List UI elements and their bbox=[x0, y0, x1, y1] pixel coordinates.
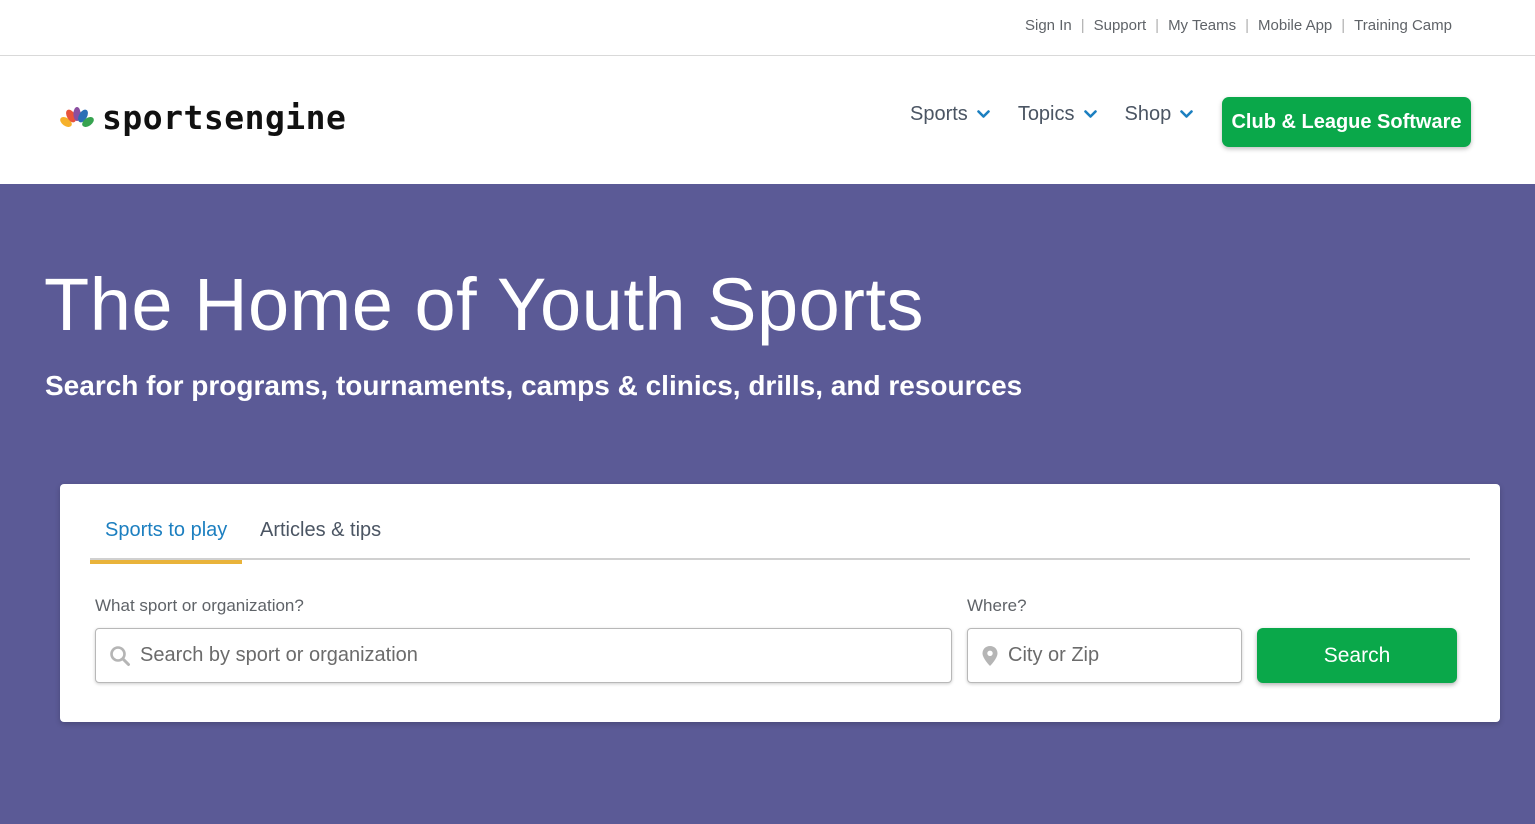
utility-links: Sign In | Support | My Teams | Mobile Ap… bbox=[1025, 17, 1452, 34]
where-field-label: Where? bbox=[967, 596, 1027, 615]
hero-subtitle: Search for programs, tournaments, camps … bbox=[45, 370, 1023, 401]
mobile-app-link[interactable]: Mobile App bbox=[1258, 17, 1332, 34]
location-input[interactable] bbox=[1008, 629, 1241, 682]
map-pin-icon bbox=[981, 645, 999, 667]
divider: | bbox=[1080, 17, 1085, 34]
tab-articles-tips[interactable]: Articles & tips bbox=[245, 518, 396, 560]
divider: | bbox=[1245, 17, 1250, 34]
hero-section: The Home of Youth Sports Search for prog… bbox=[0, 184, 1535, 824]
tab-sports-to-play[interactable]: Sports to play bbox=[90, 518, 243, 564]
nav-topics-label: Topics bbox=[1017, 103, 1075, 125]
utility-bar: Sign In | Support | My Teams | Mobile Ap… bbox=[0, 0, 1535, 56]
nav-sports-label: Sports bbox=[910, 103, 968, 125]
search-button[interactable]: Search bbox=[1257, 628, 1457, 683]
chevron-down-icon bbox=[1083, 110, 1097, 118]
nav-topics[interactable]: Topics bbox=[1018, 103, 1097, 126]
peacock-icon bbox=[60, 106, 94, 128]
chevron-down-icon bbox=[1180, 110, 1194, 118]
sport-field-label: What sport or organization? bbox=[95, 596, 304, 615]
location-field bbox=[967, 628, 1242, 683]
nav-shop-label: Shop bbox=[1124, 103, 1172, 125]
chevron-down-icon bbox=[977, 110, 990, 118]
logo-text: sportsengine bbox=[102, 98, 347, 137]
sportsengine-logo[interactable]: sportsengine bbox=[60, 101, 346, 134]
divider: | bbox=[1155, 17, 1160, 34]
my-teams-link[interactable]: My Teams bbox=[1168, 17, 1236, 34]
sport-search-field bbox=[95, 628, 952, 683]
search-tabs: Sports to play Articles & tips bbox=[90, 512, 1470, 564]
nav-sports[interactable]: Sports bbox=[910, 103, 990, 126]
main-header: sportsengine Sports Topics Shop Club & L… bbox=[0, 56, 1535, 184]
sign-in-link[interactable]: Sign In bbox=[1025, 17, 1072, 34]
search-card: Sports to play Articles & tips What spor… bbox=[60, 484, 1500, 722]
nav-shop[interactable]: Shop bbox=[1125, 103, 1194, 126]
search-icon bbox=[109, 645, 131, 667]
sport-search-input[interactable] bbox=[140, 629, 951, 682]
support-link[interactable]: Support bbox=[1094, 17, 1147, 34]
main-nav: Sports Topics Shop bbox=[910, 103, 1221, 126]
training-camp-link[interactable]: Training Camp bbox=[1354, 17, 1452, 34]
club-league-software-button[interactable]: Club & League Software bbox=[1222, 97, 1471, 147]
divider: | bbox=[1341, 17, 1346, 34]
hero-title: The Home of Youth Sports bbox=[44, 263, 924, 346]
